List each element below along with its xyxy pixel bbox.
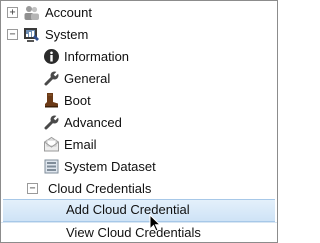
tree-item-label: Add Cloud Credential [66, 202, 190, 217]
tree-item-label: Information [64, 49, 130, 64]
tree-item-advanced[interactable]: Advanced [1, 112, 277, 134]
tree-item-cloud-credentials[interactable]: − Cloud Credentials [1, 178, 277, 200]
wrench-icon [43, 114, 60, 131]
expand-toggle[interactable]: + [7, 7, 18, 18]
tree-item-label: Cloud Credentials [48, 181, 152, 196]
tree-item-information[interactable]: Information [1, 46, 277, 68]
info-icon [43, 48, 60, 65]
tree-item-label: General [64, 71, 111, 86]
tree-item-label: Boot [64, 93, 91, 108]
users-icon [23, 4, 40, 21]
tree-item-system[interactable]: − System [1, 24, 277, 46]
tree-item-label: Email [64, 137, 97, 152]
mouse-cursor-icon [149, 213, 163, 234]
tree-item-label: System [45, 27, 89, 42]
tree-item-label: View Cloud Credentials [66, 225, 201, 240]
tree-item-general[interactable]: General [1, 68, 277, 90]
tree-item-label: Advanced [64, 115, 122, 130]
tree-item-label: Account [45, 5, 92, 20]
boot-icon [43, 92, 60, 109]
wrench-icon [43, 70, 60, 87]
tree-item-label: System Dataset [64, 159, 156, 174]
tree-item-account[interactable]: + Account [1, 2, 277, 24]
email-icon [43, 136, 60, 153]
system-monitor-icon [23, 26, 40, 43]
navigation-tree: + Account − System Information General B… [0, 0, 278, 243]
collapse-toggle[interactable]: − [7, 29, 18, 40]
dataset-icon [43, 158, 60, 175]
collapse-toggle[interactable]: − [27, 183, 38, 194]
tree-item-view-cloud-credentials[interactable]: View Cloud Credentials [1, 222, 277, 242]
tree-item-system-dataset[interactable]: System Dataset [1, 156, 277, 178]
tree-item-add-cloud-credential[interactable]: Add Cloud Credential [3, 199, 275, 222]
tree-item-email[interactable]: Email [1, 134, 277, 156]
tree-item-boot[interactable]: Boot [1, 90, 277, 112]
